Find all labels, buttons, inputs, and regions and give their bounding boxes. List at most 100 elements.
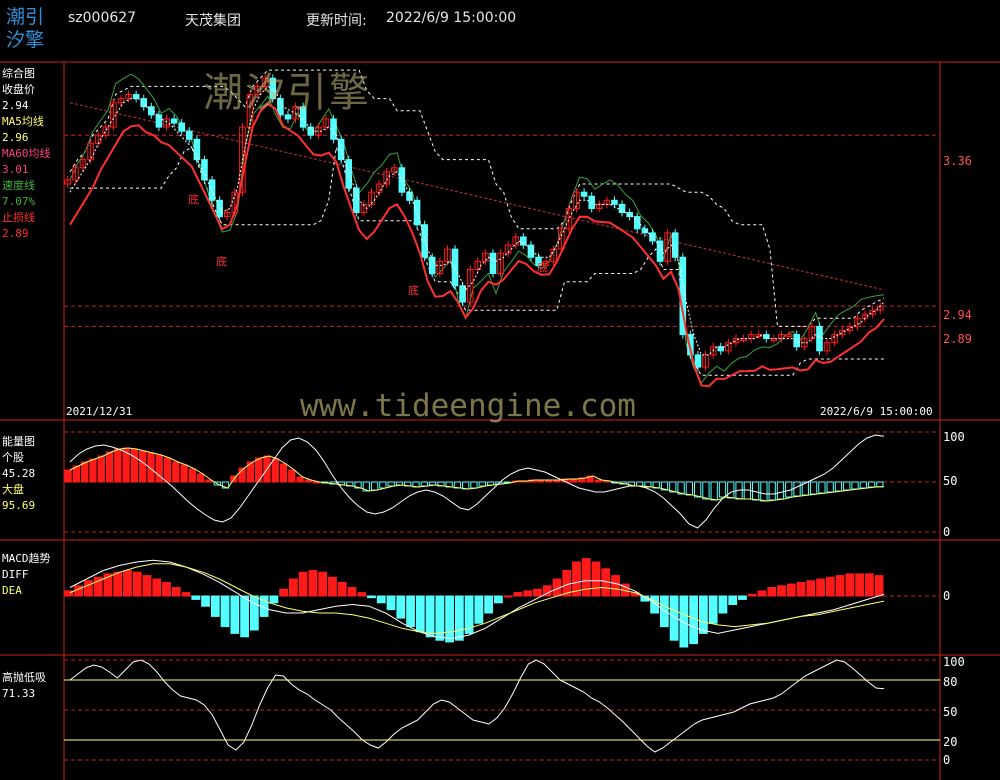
energy-bar [279, 463, 288, 483]
energy-bar [197, 473, 205, 483]
candle [185, 130, 193, 140]
candle [178, 122, 185, 132]
energy-bar [188, 468, 197, 483]
osc-axis-100: 100 [943, 655, 965, 669]
candle [132, 94, 140, 100]
candle [671, 232, 679, 258]
osc-axis-80: 80 [943, 675, 958, 689]
macd-bar [279, 588, 289, 597]
macd-bar [699, 595, 708, 634]
macd-bar [581, 558, 591, 597]
macd-bar [347, 587, 357, 597]
energy-bar [818, 481, 826, 494]
candle [193, 138, 201, 161]
macd-bar [533, 588, 542, 597]
macd-bar [425, 595, 435, 638]
energy-bar [768, 481, 776, 501]
stop-loss-line [69, 102, 885, 388]
macd-bar [337, 581, 347, 597]
macd-bar [230, 595, 240, 634]
macd-bar [201, 595, 210, 607]
macd-bar [445, 595, 454, 643]
url-watermark: www.tideengine.com [300, 388, 636, 424]
energy-bar [851, 481, 859, 490]
main-panel-title: 综合图 [2, 67, 35, 80]
energy-bar [370, 481, 379, 491]
axis-label-2.94: 2.94 [943, 308, 972, 322]
candle [398, 167, 406, 193]
brand-watermark: 潮汐引擎 [203, 70, 371, 116]
energy-axis-50: 50 [943, 474, 958, 488]
macd-bar [796, 581, 806, 597]
energy-bar [288, 469, 296, 483]
candle [527, 244, 535, 258]
ma5-value: 2.96 [2, 131, 29, 144]
macd-bar [74, 585, 84, 597]
energy-bar [180, 464, 188, 483]
ma5-label: MA5均线 [2, 115, 44, 128]
energy-panel-title: 能量图 [2, 435, 35, 448]
main-panel-legend: 综合图 收盘价 2.94 MA5均线 2.96 MA60均线 3.01 速度线 … [2, 66, 51, 242]
macd-bar [191, 595, 201, 600]
macd-bar [484, 595, 494, 614]
energy-bar [296, 476, 304, 483]
macd-bar [415, 595, 425, 633]
macd-bar [806, 580, 816, 597]
energy-bar [172, 461, 180, 483]
energy-bar [760, 481, 768, 502]
energy-bar [428, 481, 437, 486]
energy-bar [105, 451, 114, 483]
macd-bar [142, 575, 152, 597]
macd-bar [113, 571, 123, 597]
candle [170, 118, 178, 124]
energy-bar [867, 481, 876, 488]
osc-axis-50: 50 [943, 705, 958, 719]
energy-bar [163, 457, 172, 483]
date-end: 2022/6/9 15:00:00 [820, 405, 933, 418]
macd-bar [84, 580, 93, 597]
energy-bar [834, 481, 843, 492]
speed-label: 速度线 [2, 179, 35, 192]
candle [816, 325, 823, 352]
energy-axis-0: 0 [943, 525, 951, 539]
macd-bar [816, 578, 825, 597]
macd-bar [855, 573, 864, 597]
energy-bar [710, 481, 718, 501]
macd-bar [835, 575, 845, 597]
bottom-mark-4: 底 [537, 261, 548, 274]
energy-bar [81, 461, 89, 483]
macd-bar [240, 595, 249, 638]
macd-dea-label: DEA [2, 584, 22, 597]
macd-bar [494, 595, 503, 604]
energy-bar [718, 481, 727, 498]
speed-value: 7.07% [2, 195, 36, 208]
macd-bar [249, 595, 259, 631]
energy-bar [114, 448, 122, 483]
macd-bar [298, 571, 308, 597]
macd-bar [747, 593, 757, 597]
macd-bar [210, 595, 220, 617]
macd-bar [767, 587, 777, 597]
energy-bar [826, 481, 834, 493]
macd-bar [181, 592, 191, 597]
energy-market-value: 95.69 [2, 499, 36, 512]
macd-bar [406, 595, 415, 628]
macd-bar [396, 595, 406, 619]
macd-bar [757, 590, 767, 597]
candle [148, 106, 155, 116]
axis-label-2.89: 2.89 [943, 332, 972, 346]
close-label: 收盘价 [2, 83, 35, 96]
macd-axis-0: 0 [943, 589, 951, 603]
macd-bar [376, 595, 386, 604]
energy-bar [89, 458, 97, 483]
macd-bar [825, 576, 835, 597]
candle [793, 334, 800, 348]
macd-bar [718, 595, 728, 614]
macd-bar [591, 561, 601, 597]
energy-bar [486, 481, 495, 486]
osc-value: 71.33 [2, 687, 36, 700]
candle [330, 118, 337, 140]
osc-line [69, 659, 885, 753]
macd-bar [132, 571, 142, 597]
macd-bar [328, 576, 337, 597]
